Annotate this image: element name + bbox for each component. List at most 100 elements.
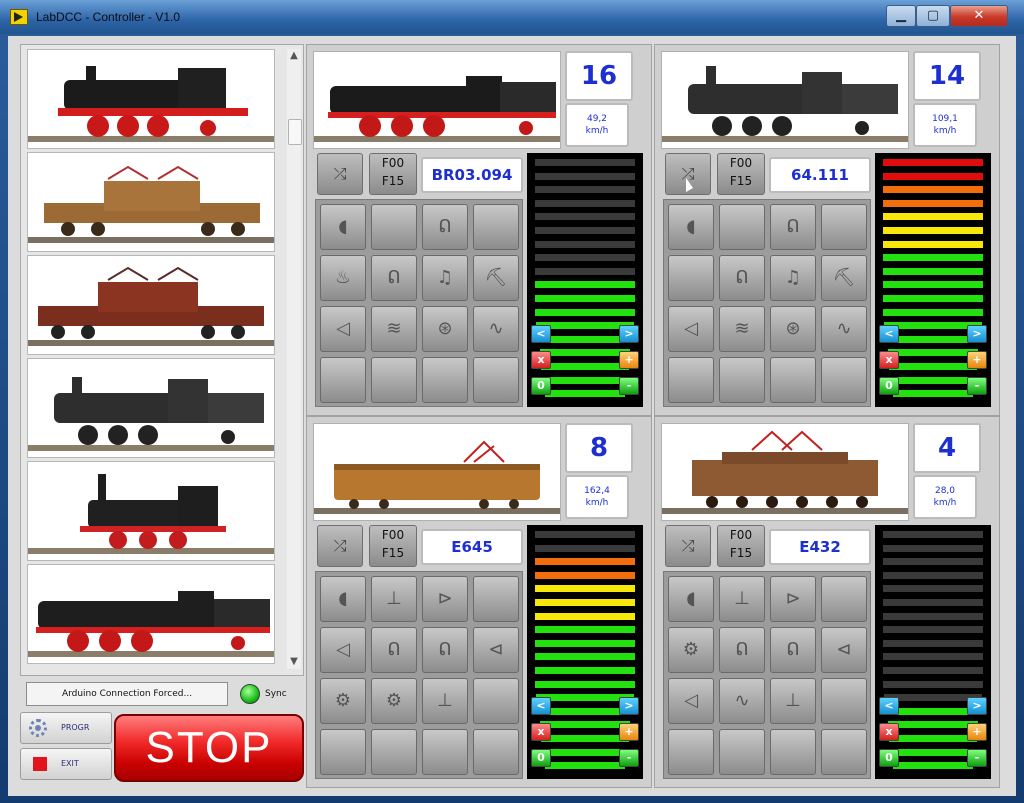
function-button-blank[interactable] [371,204,417,250]
compressor-icon[interactable]: ⚙ [668,627,714,673]
compressor-icon[interactable]: ⚙ [371,678,417,724]
speed-up-button[interactable]: + [967,351,987,369]
direction-left-button[interactable]: < [531,697,551,715]
speed-up-button[interactable]: + [619,723,639,741]
shuffle-icon[interactable]: ⤮ [317,525,363,567]
trumpet-icon[interactable]: ⊲ [821,627,867,673]
brake-icon[interactable]: ⊛ [770,306,816,352]
function-button-blank[interactable] [473,357,519,403]
function-button-blank[interactable] [719,357,765,403]
zero-speed-button[interactable]: 0 [879,749,899,767]
coupler-icon[interactable]: ᕠ [719,255,765,301]
direction-right-button[interactable]: > [967,697,987,715]
direction-right-button[interactable]: > [619,697,639,715]
function-button-blank[interactable] [422,357,468,403]
direction-left-button[interactable]: < [879,697,899,715]
locomotive-item-3[interactable] [27,255,275,355]
direction-left-button[interactable]: < [531,325,551,343]
steam-icon[interactable]: ≋ [719,306,765,352]
coupler-icon[interactable]: ᕠ [770,204,816,250]
direction-right-button[interactable]: > [967,325,987,343]
function-button-blank[interactable] [320,729,366,775]
speed-up-button[interactable]: + [967,723,987,741]
speed-down-button[interactable]: - [967,749,987,767]
function-button-blank[interactable] [371,729,417,775]
maximize-button[interactable]: ▢ [916,5,950,27]
headlight-icon[interactable]: ◖ [668,576,714,622]
function-button-blank[interactable] [770,729,816,775]
sound-icon[interactable]: ◁ [320,306,366,352]
function-button-blank[interactable] [821,678,867,724]
locomotive-item-5[interactable] [27,461,275,561]
shovel-icon[interactable]: ⛏ [473,255,519,301]
speed-down-button[interactable]: - [619,749,639,767]
brake-icon[interactable]: ⊛ [422,306,468,352]
scroll-up-icon[interactable]: ▲ [287,49,301,63]
sound-icon[interactable]: ◁ [668,678,714,724]
function-button-blank[interactable] [320,357,366,403]
coupler-icon[interactable]: ᕠ [422,627,468,673]
zero-speed-button[interactable]: 0 [531,377,551,395]
coupler-icon[interactable]: ᕠ [770,627,816,673]
sound-icon[interactable]: ◁ [320,627,366,673]
wave-icon[interactable]: ∿ [821,306,867,352]
locomotive-item-6[interactable] [27,564,275,664]
pantograph-icon[interactable]: ⊥ [770,678,816,724]
function-button-blank[interactable] [473,729,519,775]
function-button-blank[interactable] [668,255,714,301]
scroll-down-icon[interactable]: ▼ [287,655,301,669]
pantograph-icon[interactable]: ⊥ [719,576,765,622]
shuffle-icon[interactable]: ⤮ [665,525,711,567]
coupler-icon[interactable]: ᕠ [371,255,417,301]
zero-speed-button[interactable]: 0 [879,377,899,395]
headlight-icon[interactable]: ◖ [668,204,714,250]
function-button-blank[interactable] [821,357,867,403]
shuffle-icon[interactable]: ⤮ [317,153,363,195]
speed-down-button[interactable]: - [619,377,639,395]
scroll-thumb[interactable] [288,119,302,145]
pantograph-icon[interactable]: ⊥ [371,576,417,622]
zero-speed-button[interactable]: 0 [531,749,551,767]
function-button-blank[interactable] [473,678,519,724]
coupler-icon[interactable]: ᕠ [371,627,417,673]
function-button-blank[interactable] [422,729,468,775]
function-button-blank[interactable] [719,204,765,250]
bell-icon[interactable]: ♫ [422,255,468,301]
function-button-blank[interactable] [371,357,417,403]
function-button-blank[interactable] [821,204,867,250]
function-button-blank[interactable] [821,576,867,622]
sound-icon[interactable]: ◁ [668,306,714,352]
function-bank-button[interactable]: F00 F15 [369,153,417,195]
smoke-icon[interactable]: ♨ [320,255,366,301]
bell-icon[interactable]: ♫ [770,255,816,301]
stop-loco-button[interactable]: x [879,723,899,741]
function-button-blank[interactable] [668,357,714,403]
close-button[interactable]: ✕ [950,5,1008,27]
function-bank-button[interactable]: F00 F15 [717,153,765,195]
function-button-blank[interactable] [473,204,519,250]
trumpet-icon[interactable]: ⊲ [473,627,519,673]
list-scrollbar[interactable]: ▲ ▼ [287,49,302,669]
locomotive-item-1[interactable] [27,49,275,149]
coupler-icon[interactable]: ᕠ [719,627,765,673]
stop-loco-button[interactable]: x [531,351,551,369]
locomotive-item-2[interactable] [27,152,275,252]
locomotive-item-4[interactable] [27,358,275,458]
function-button-blank[interactable] [770,357,816,403]
headlight-icon[interactable]: ◖ [320,576,366,622]
steam-icon[interactable]: ≋ [371,306,417,352]
function-button-blank[interactable] [719,729,765,775]
speed-up-button[interactable]: + [619,351,639,369]
function-button-blank[interactable] [668,729,714,775]
shovel-icon[interactable]: ⛏ [821,255,867,301]
speed-down-button[interactable]: - [967,377,987,395]
compressor-icon[interactable]: ⚙ [320,678,366,724]
headlight-icon[interactable]: ◖ [320,204,366,250]
horn-icon[interactable]: ⊳ [422,576,468,622]
locomotive-list[interactable]: ▲ ▼ [20,44,304,676]
exit-button[interactable]: EXIT [20,748,112,780]
wave-icon[interactable]: ∿ [719,678,765,724]
emergency-stop-button[interactable]: STOP [114,714,304,782]
title-bar[interactable]: LabDCC - Controller - V1.0 ▁ ▢ ✕ [0,0,1024,34]
wave-icon[interactable]: ∿ [473,306,519,352]
